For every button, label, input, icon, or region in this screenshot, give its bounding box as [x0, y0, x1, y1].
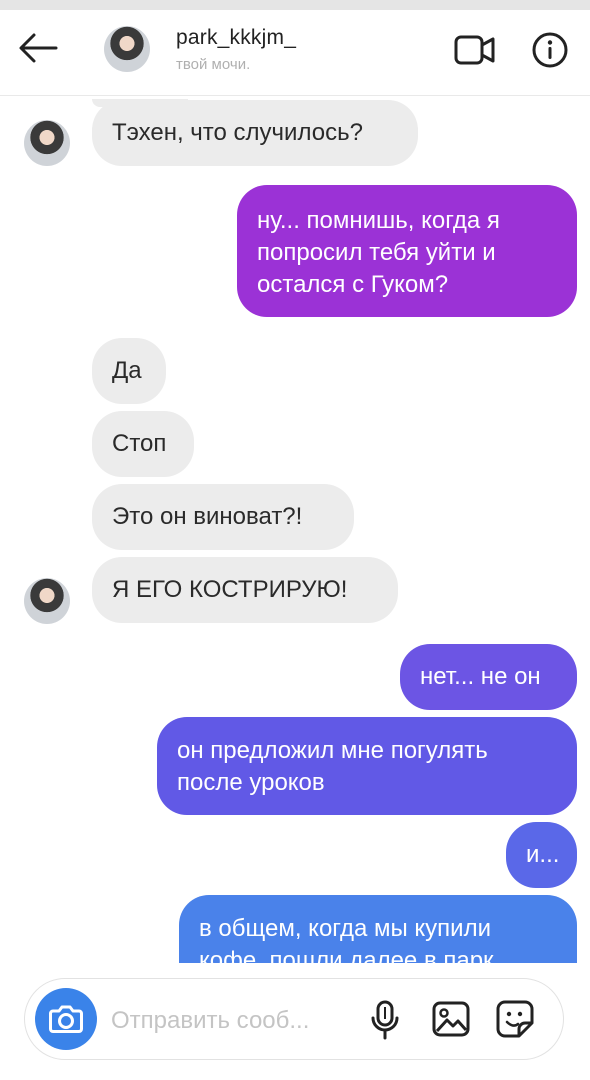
- camera-icon: [49, 1005, 83, 1033]
- microphone-icon: [371, 1000, 399, 1040]
- avatar[interactable]: [104, 26, 150, 72]
- image-icon: [432, 1001, 470, 1037]
- message-incoming: Стоп: [92, 411, 194, 477]
- avatar: [24, 120, 70, 166]
- message-outgoing: он предложил мне погулять после уроков: [157, 717, 577, 815]
- message-list: Тэхен, что случилось? ну... помнишь, ког…: [0, 95, 590, 963]
- message-incoming: Тэхен, что случилось?: [92, 100, 418, 166]
- microphone-button[interactable]: [367, 999, 403, 1041]
- status-bar: [0, 0, 590, 10]
- video-camera-icon: [454, 35, 495, 65]
- back-button[interactable]: [14, 28, 62, 68]
- video-call-button[interactable]: [452, 30, 498, 70]
- sticker-icon: [496, 1000, 534, 1038]
- info-icon: [532, 32, 568, 68]
- chat-header: park_kkkjm_ твой мочи.: [0, 0, 590, 96]
- arrow-left-icon: [19, 33, 58, 63]
- message-incoming: Я ЕГО КОСТРИРУЮ!: [92, 557, 398, 623]
- sticker-button[interactable]: [495, 999, 535, 1039]
- message-incoming: Это он виноват?!: [92, 484, 354, 550]
- message-outgoing: ну... помнишь, когда я попросил тебя уйт…: [237, 185, 577, 317]
- message-outgoing: в общем, когда мы купили кофе, пошли дал…: [179, 895, 577, 963]
- username: park_kkkjm_: [176, 26, 297, 49]
- avatar: [24, 578, 70, 624]
- message-composer: [24, 978, 564, 1060]
- message-input[interactable]: [109, 1001, 353, 1041]
- info-button[interactable]: [528, 30, 572, 70]
- message-incoming: Да: [92, 338, 166, 404]
- user-subtitle: твой мочи.: [176, 56, 251, 73]
- message-outgoing: нет... не он: [400, 644, 577, 710]
- camera-button[interactable]: [35, 988, 97, 1050]
- gallery-button[interactable]: [431, 999, 471, 1039]
- message-outgoing: и...: [506, 822, 577, 888]
- header-user-info[interactable]: park_kkkjm_ твой мочи.: [176, 26, 296, 73]
